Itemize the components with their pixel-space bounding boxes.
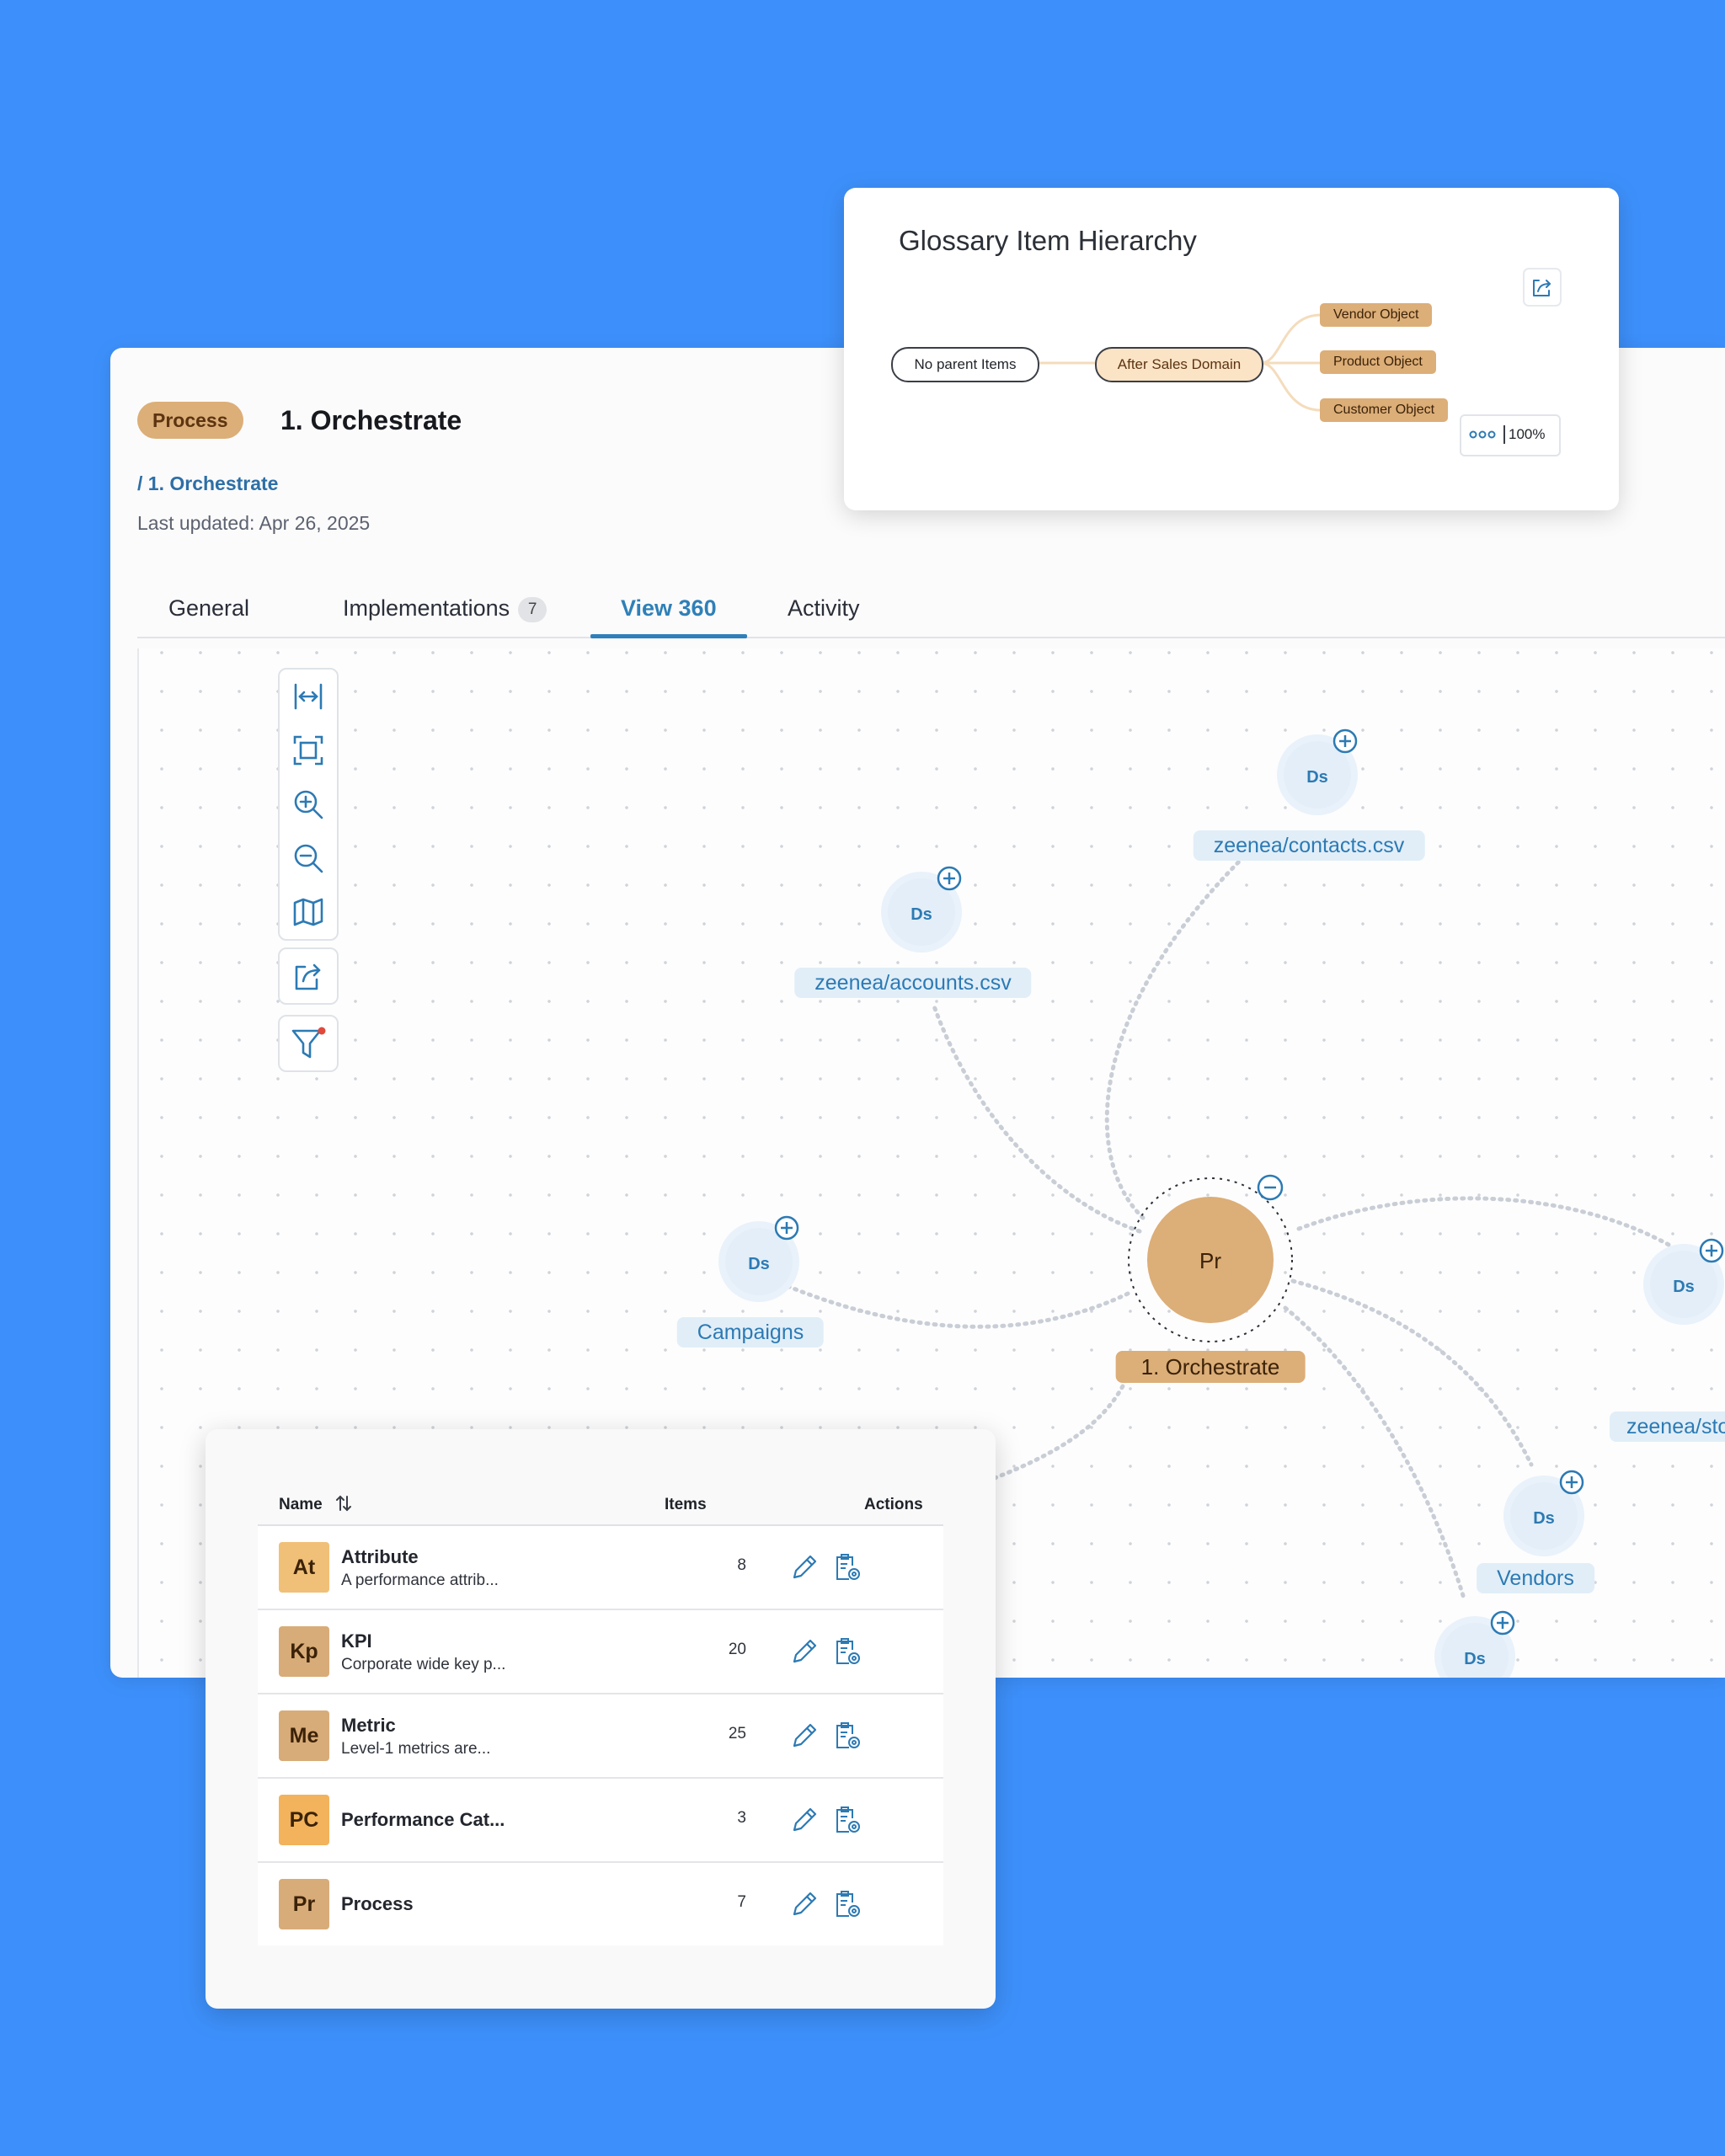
edit-icon[interactable] xyxy=(788,1887,821,1921)
edit-icon[interactable] xyxy=(788,1550,821,1584)
dataset-node-contacts[interactable]: Ds xyxy=(1267,724,1368,817)
manage-template-icon[interactable] xyxy=(830,1719,864,1753)
row-name: KPI xyxy=(341,1630,372,1652)
center-node[interactable]: Pr xyxy=(1124,1174,1296,1346)
fit-width-icon xyxy=(294,683,323,710)
edge-vendors xyxy=(1290,1278,1534,1467)
column-header-items: Items xyxy=(665,1496,707,1513)
glossary-parent-node[interactable]: No parent Items xyxy=(891,347,1039,382)
zoom-divider xyxy=(1503,425,1505,444)
edit-icon[interactable] xyxy=(788,1803,821,1837)
expand-icon xyxy=(774,1215,799,1241)
table-row[interactable]: PC Performance Cat... 3 xyxy=(258,1779,943,1863)
graph-view-toolbar xyxy=(278,668,339,941)
manage-template-icon[interactable] xyxy=(830,1550,864,1584)
dataset-label-stores[interactable]: zeenea/stores. xyxy=(1610,1412,1725,1442)
row-items-count: 8 xyxy=(737,1556,746,1574)
glossary-child-node[interactable]: Vendor Object xyxy=(1320,303,1433,327)
dataset-node-unnamed[interactable]: Ds xyxy=(1424,1606,1525,1678)
svg-text:Ds: Ds xyxy=(1673,1278,1695,1296)
edge-campaigns xyxy=(777,1280,1130,1329)
more-options-icon[interactable] xyxy=(1468,427,1497,442)
edge-contacts xyxy=(1104,854,1247,1220)
manage-template-icon[interactable] xyxy=(830,1635,864,1668)
zoom-out-icon xyxy=(294,844,323,873)
filter-icon xyxy=(291,1027,326,1059)
glossary-current-node[interactable]: After Sales Domain xyxy=(1095,347,1263,382)
export-button[interactable] xyxy=(280,949,337,1003)
edit-icon[interactable] xyxy=(788,1635,821,1668)
column-header-name[interactable]: Name xyxy=(279,1496,323,1514)
dataset-label-contacts[interactable]: zeenea/contacts.csv xyxy=(1193,830,1425,861)
glossary-child-node[interactable]: Customer Object xyxy=(1320,398,1449,422)
svg-text:Ds: Ds xyxy=(1306,768,1328,787)
type-avatar: PC xyxy=(279,1795,329,1845)
row-description: Level-1 metrics are... xyxy=(341,1740,491,1758)
export-toolbar xyxy=(278,947,339,1005)
fit-screen-button[interactable] xyxy=(280,723,337,777)
zoom-in-button[interactable] xyxy=(280,777,337,831)
expand-icon xyxy=(1559,1470,1584,1495)
edit-icon[interactable] xyxy=(788,1719,821,1753)
map-icon xyxy=(293,898,323,926)
type-avatar: At xyxy=(279,1542,329,1593)
svg-text:Ds: Ds xyxy=(748,1255,770,1273)
table-header: Name Items Actions xyxy=(258,1484,943,1526)
sort-icon[interactable] xyxy=(335,1494,352,1513)
dataset-label-campaigns[interactable]: Campaigns xyxy=(676,1317,825,1348)
expand-icon xyxy=(1490,1610,1515,1636)
zoom-control[interactable]: 100% xyxy=(1460,414,1561,456)
expand-icon xyxy=(1332,728,1358,754)
row-name: Metric xyxy=(341,1715,396,1736)
svg-text:Ds: Ds xyxy=(911,905,932,924)
row-items-count: 7 xyxy=(737,1893,746,1911)
filter-button[interactable] xyxy=(280,1017,337,1070)
row-items-count: 3 xyxy=(737,1809,746,1827)
glossary-child-node[interactable]: Product Object xyxy=(1320,350,1436,374)
dataset-node-stores[interactable]: Ds xyxy=(1633,1234,1725,1326)
row-name: Process xyxy=(341,1893,414,1914)
edge-ds6 xyxy=(1283,1305,1467,1604)
glossary-hierarchy-card: Glossary Item Hierarchy No parent Items … xyxy=(844,188,1619,510)
dataset-label-vendors[interactable]: Vendors xyxy=(1477,1563,1594,1593)
dataset-node-campaigns[interactable]: Ds xyxy=(708,1211,809,1304)
dataset-node-vendors[interactable]: Ds xyxy=(1493,1465,1594,1558)
manage-template-icon[interactable] xyxy=(830,1803,864,1837)
svg-text:Ds: Ds xyxy=(1533,1509,1555,1528)
fit-screen-icon xyxy=(293,735,323,766)
dataset-node-accounts[interactable]: Ds xyxy=(871,862,972,954)
center-node-label[interactable]: 1. Orchestrate xyxy=(1115,1351,1306,1383)
row-description: A performance attrib... xyxy=(341,1572,499,1589)
table-row[interactable]: Me Metric Level-1 metrics are... 25 xyxy=(258,1694,943,1779)
table-row[interactable]: Kp KPI Corporate wide key p... 20 xyxy=(258,1610,943,1694)
zoom-level: 100% xyxy=(1509,426,1546,442)
edge-accounts xyxy=(931,1001,1142,1234)
row-name: Performance Cat... xyxy=(341,1809,505,1830)
minimap-button[interactable] xyxy=(280,885,337,939)
column-header-actions: Actions xyxy=(864,1496,923,1513)
expand-icon xyxy=(1699,1238,1724,1263)
manage-template-icon[interactable] xyxy=(830,1887,864,1921)
row-description: Corporate wide key p... xyxy=(341,1656,506,1673)
glossary-types-table-card: Name Items Actions At Attribute A perfor… xyxy=(206,1429,996,2009)
filter-toolbar xyxy=(278,1015,339,1072)
type-avatar: Pr xyxy=(279,1879,329,1929)
zoom-out-button[interactable] xyxy=(280,831,337,885)
fit-width-button[interactable] xyxy=(280,670,337,723)
table-row[interactable]: At Attribute A performance attrib... 8 xyxy=(258,1526,943,1610)
row-name: Attribute xyxy=(341,1546,419,1567)
edge-stores xyxy=(1296,1196,1679,1251)
svg-text:Ds: Ds xyxy=(1464,1650,1486,1668)
row-items-count: 25 xyxy=(728,1725,746,1742)
row-items-count: 20 xyxy=(728,1641,746,1658)
zoom-in-icon xyxy=(294,790,323,819)
export-icon xyxy=(295,963,321,990)
center-node-initials: Pr xyxy=(1199,1248,1221,1273)
type-avatar: Me xyxy=(279,1710,329,1761)
dataset-label-accounts[interactable]: zeenea/accounts.csv xyxy=(794,968,1032,998)
type-avatar: Kp xyxy=(279,1626,329,1677)
table-row[interactable]: Pr Process 7 xyxy=(258,1863,943,1945)
expand-icon xyxy=(937,866,962,891)
collapse-icon xyxy=(1257,1174,1284,1201)
